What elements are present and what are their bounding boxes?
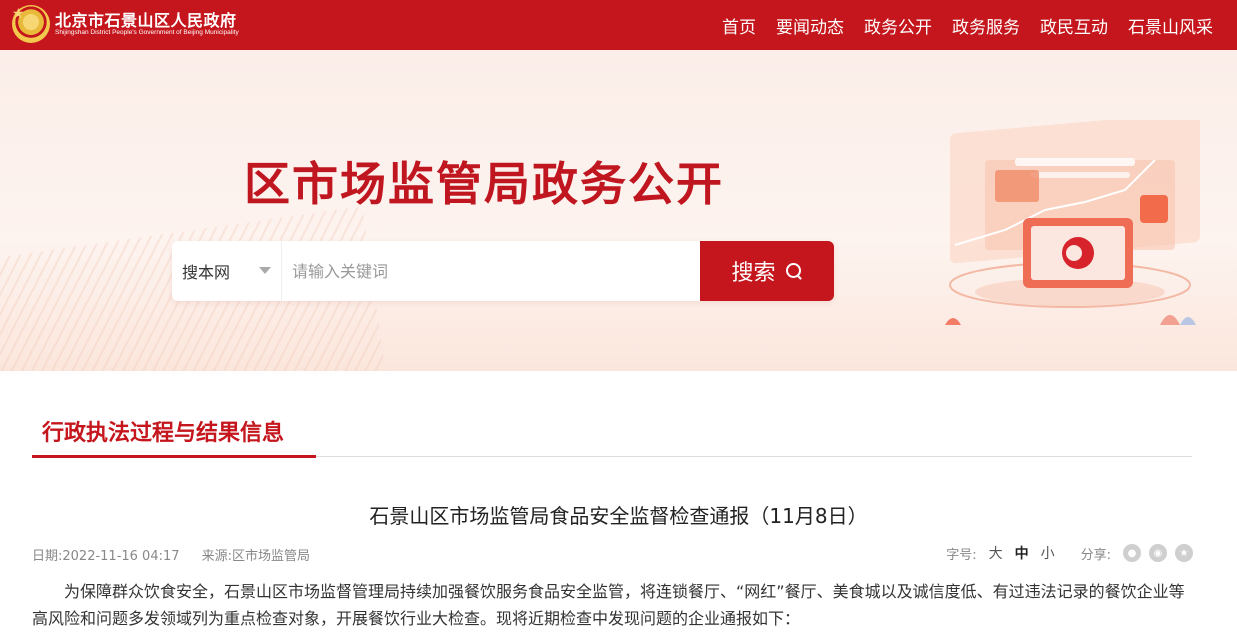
font-size-label: 字号: (946, 547, 977, 563)
weibo-icon[interactable]: ◉ (1149, 544, 1167, 562)
top-header: ★ 北京市石景山区人民政府 Shijingshan District Peopl… (0, 0, 1237, 50)
favorite-icon[interactable]: ★ (1175, 544, 1193, 562)
nav-item-gov-affairs[interactable]: 政务公开 (864, 13, 932, 38)
wechat-icon[interactable]: ● (1123, 544, 1141, 562)
site-name-en: Shijingshan District People's Government… (55, 29, 239, 36)
search-input[interactable] (282, 241, 700, 301)
search-scope-label: 搜本网 (182, 263, 231, 282)
nav-item-interaction[interactable]: 政民互动 (1040, 13, 1108, 38)
search-box: 搜本网 搜索 (172, 241, 834, 301)
article-date: 日期:2022-11-16 04:17 (32, 549, 180, 564)
site-name[interactable]: 北京市石景山区人民政府 (55, 7, 237, 31)
main-nav: 首页 要闻动态 政务公开 政务服务 政民互动 石景山风采 (702, 0, 1213, 50)
chevron-down-icon (259, 267, 271, 274)
search-scope-select[interactable]: 搜本网 (172, 241, 282, 301)
font-size-small[interactable]: 小 (1041, 543, 1055, 563)
hero-banner: 区市场监管局政务公开 搜本网 搜索 (0, 50, 1237, 371)
banner-title: 区市场监管局政务公开 (244, 157, 724, 211)
search-icon (785, 262, 803, 280)
nav-item-news[interactable]: 要闻动态 (776, 13, 844, 38)
nav-item-gov-service[interactable]: 政务服务 (952, 13, 1020, 38)
article-tools: 字号: 大 中 小 分享: ● ◉ ★ (946, 543, 1193, 563)
nav-item-home[interactable]: 首页 (722, 13, 756, 38)
font-size-large[interactable]: 大 (989, 543, 1003, 563)
article-source: 来源:区市场监管局 (201, 549, 311, 564)
font-size-medium[interactable]: 中 (1015, 543, 1029, 563)
article-title: 石景山区市场监管局食品安全监督检查通报（11月8日） (369, 504, 868, 528)
search-button-label: 搜索 (731, 261, 776, 286)
section-title-underline (32, 455, 316, 458)
article-body: 为保障群众饮食安全，石景山区市场监督管理局持续加强餐饮服务食品安全监管，将连锁餐… (32, 582, 1185, 628)
emblem-star-icon: ★ (12, 6, 25, 22)
article-meta: 日期:2022-11-16 04:17 来源:区市场监管局 (32, 545, 328, 564)
banner-illustration (945, 120, 1200, 325)
search-button[interactable]: 搜索 (700, 241, 834, 301)
share-label: 分享: (1080, 547, 1111, 563)
nav-item-scenery[interactable]: 石景山风采 (1128, 13, 1213, 38)
section-title[interactable]: 行政执法过程与结果信息 (42, 415, 284, 447)
